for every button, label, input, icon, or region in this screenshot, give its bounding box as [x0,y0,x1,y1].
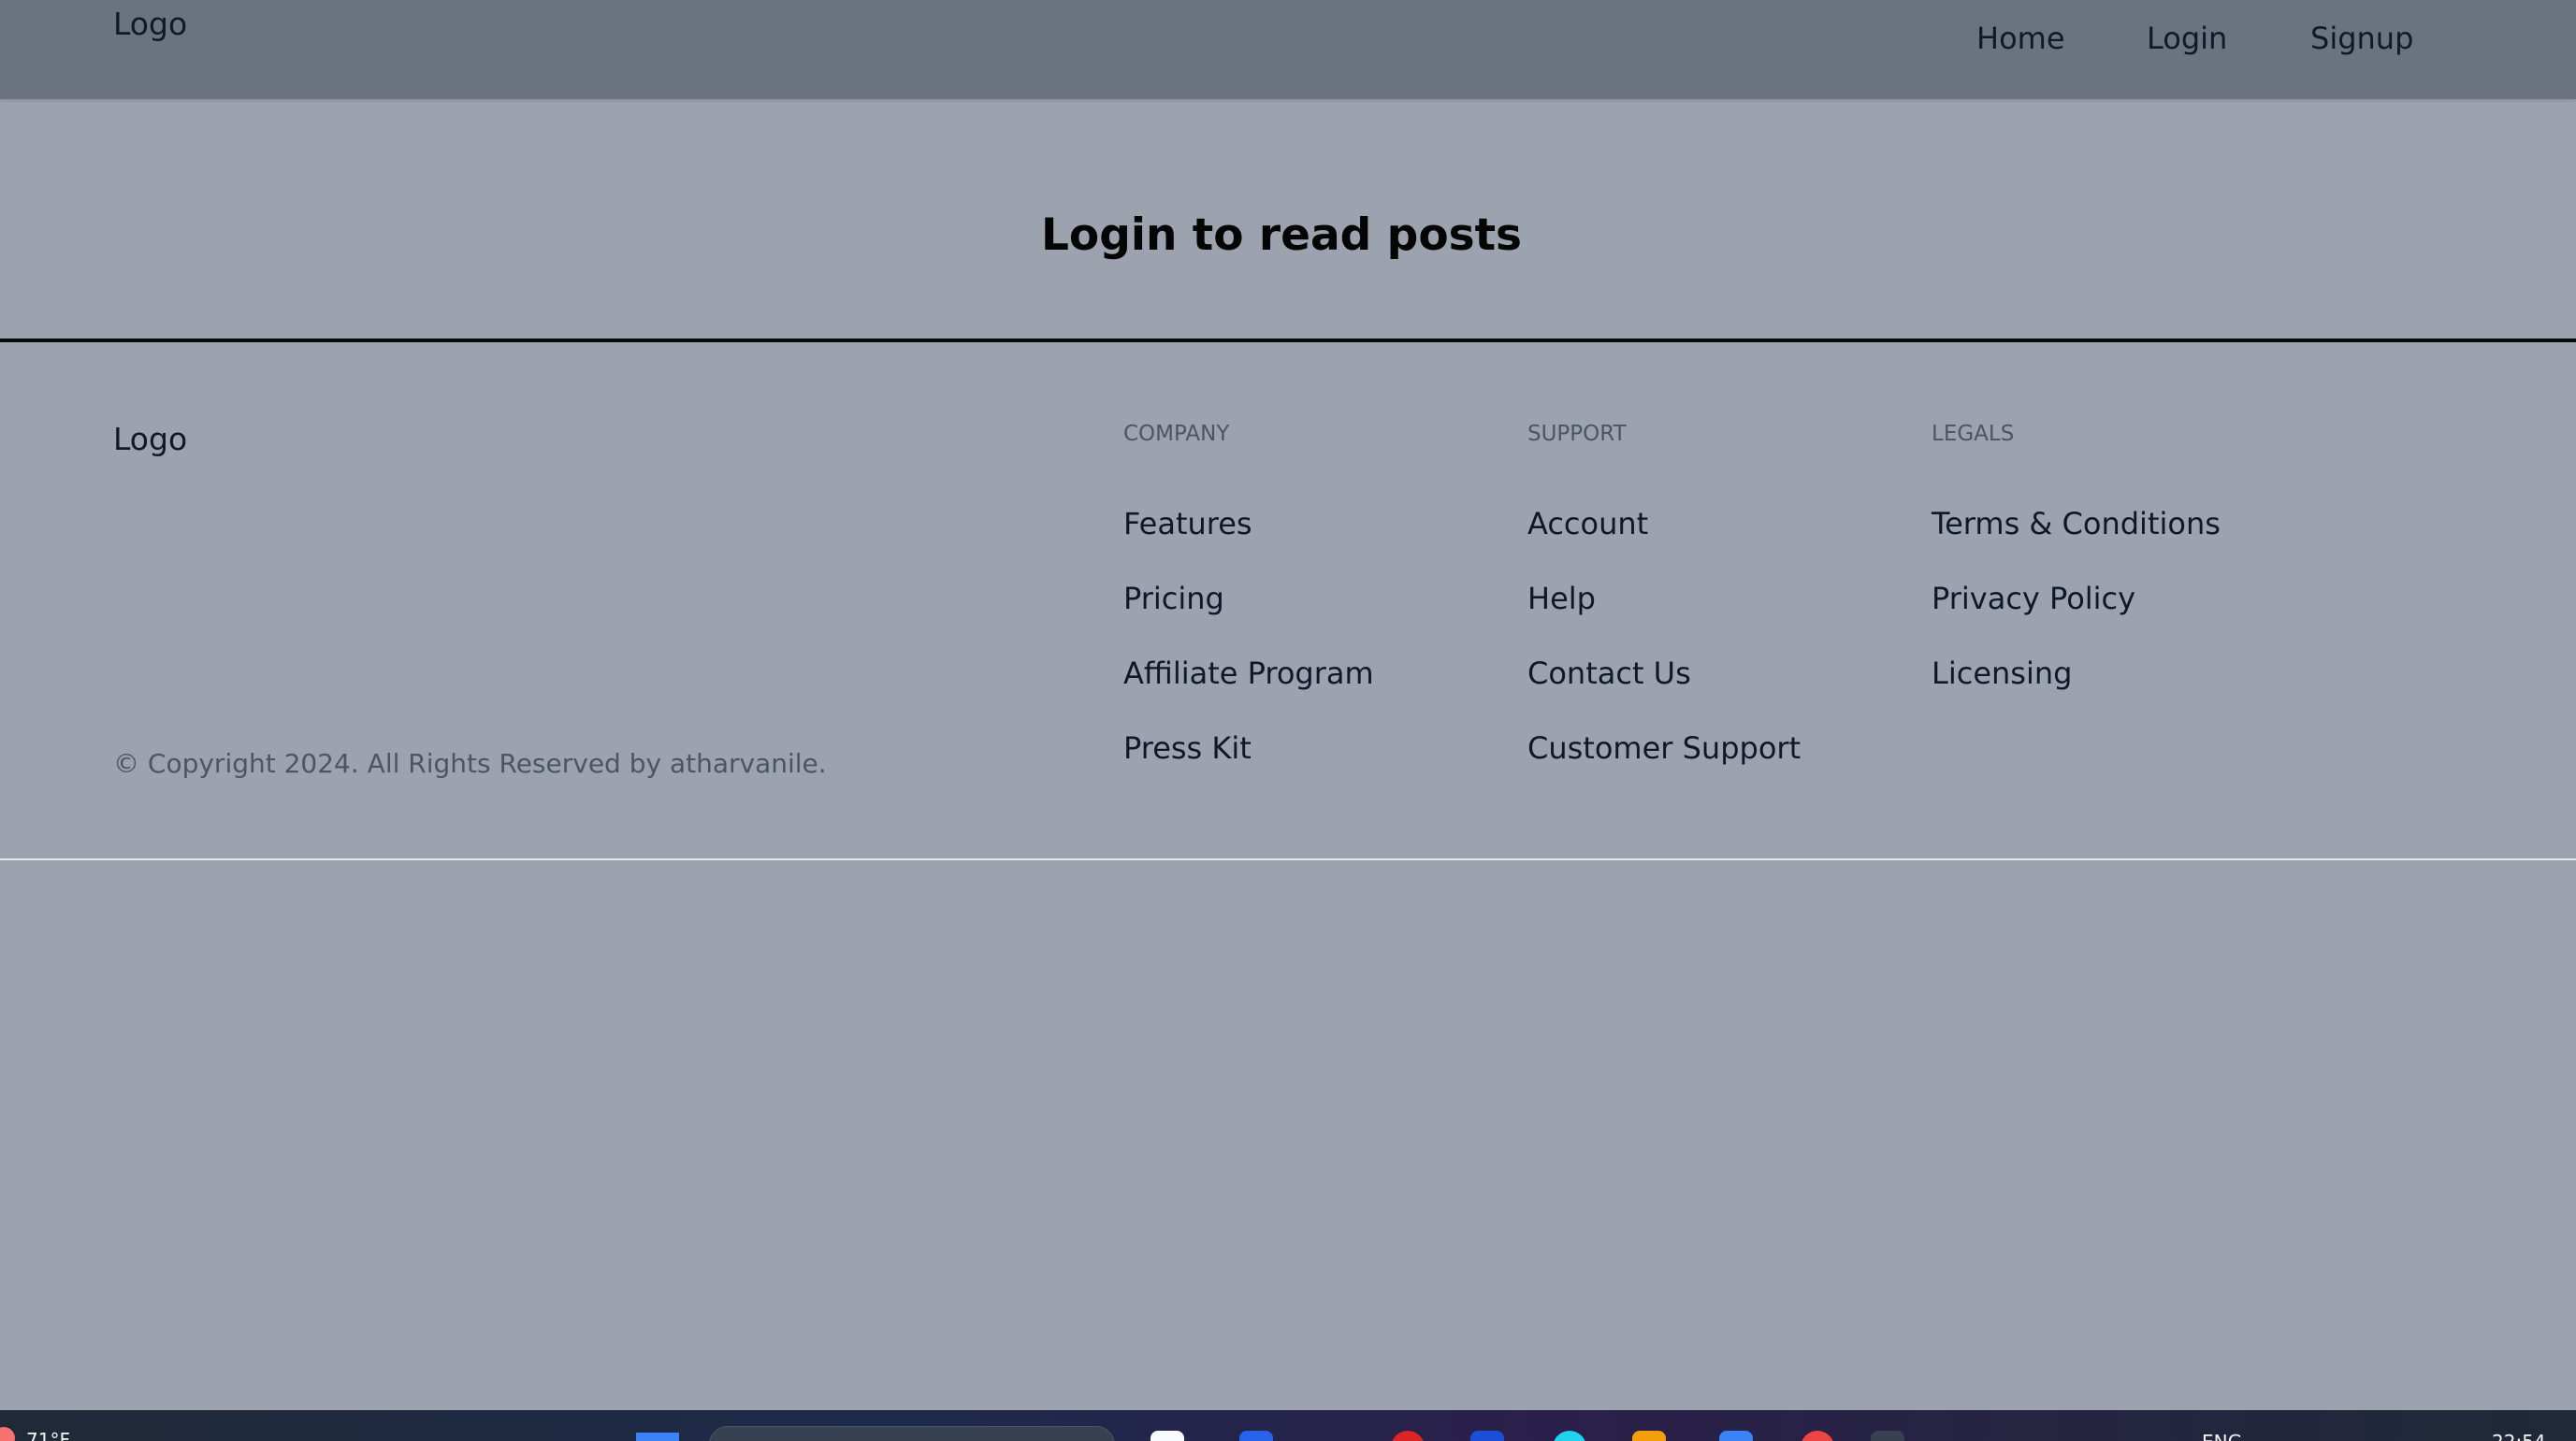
page-title: Login to read posts [1040,209,1523,261]
copyright-text: © Copyright 2024. All Rights Reserved by… [113,748,827,779]
footer-link-affiliate-program[interactable]: Affiliate Program [1123,655,1374,692]
header-logo[interactable]: Logo [113,6,187,42]
nav-home-link[interactable]: Home [1976,21,2065,56]
edge-icon[interactable] [1470,1431,1504,1441]
footer-link-contact-us[interactable]: Contact Us [1527,655,1801,692]
footer-link-licensing[interactable]: Licensing [1932,655,2221,692]
footer-column-support: Support Account Help Contact Us Customer… [1527,419,1801,804]
language-indicator[interactable]: ENG [2202,1431,2242,1441]
folder-icon[interactable] [1632,1431,1666,1441]
footer-logo[interactable]: Logo [113,421,187,457]
windows-start-icon[interactable] [636,1433,679,1441]
chat-app-icon[interactable] [1553,1431,1586,1441]
taskbar-search-box[interactable] [709,1426,1115,1441]
hero-section: Login to read posts [0,101,2576,339]
footer-link-help[interactable]: Help [1527,580,1801,617]
weather-widget[interactable]: 71°F [26,1429,70,1441]
column-heading: Support [1527,422,1627,446]
nav-login-link[interactable]: Login [2147,21,2227,56]
vscode-icon[interactable] [1239,1431,1273,1441]
footer-link-privacy-policy[interactable]: Privacy Policy [1932,580,2221,617]
chrome-icon[interactable] [1801,1431,1834,1441]
footer-column-legals: Legals Terms & Conditions Privacy Policy… [1932,419,2221,729]
active-app-icon[interactable] [1871,1431,1904,1441]
clock[interactable]: 22:54 [2492,1431,2546,1441]
footer-divider [0,339,2576,342]
os-taskbar: 71°F ENG 22:54 [0,1410,2576,1441]
footer-link-terms[interactable]: Terms & Conditions [1932,505,2221,542]
top-navbar: Logo Home Login Signup [0,0,2576,99]
page-bottom-divider [0,858,2576,860]
column-heading: Company [1123,422,1230,446]
store-icon[interactable] [1719,1431,1753,1441]
file-explorer-icon[interactable] [1151,1431,1184,1441]
footer-link-customer-support[interactable]: Customer Support [1527,729,1801,767]
footer-link-features[interactable]: Features [1123,505,1374,542]
footer-link-pricing[interactable]: Pricing [1123,580,1374,617]
footer-link-press-kit[interactable]: Press Kit [1123,729,1374,767]
nav-signup-link[interactable]: Signup [2310,21,2413,56]
notification-badge-icon[interactable] [0,1427,15,1441]
footer-column-company: Company Features Pricing Affiliate Progr… [1123,419,1374,804]
column-heading: Legals [1932,422,2015,446]
footer-link-account[interactable]: Account [1527,505,1801,542]
browser-icon[interactable] [1391,1431,1425,1441]
